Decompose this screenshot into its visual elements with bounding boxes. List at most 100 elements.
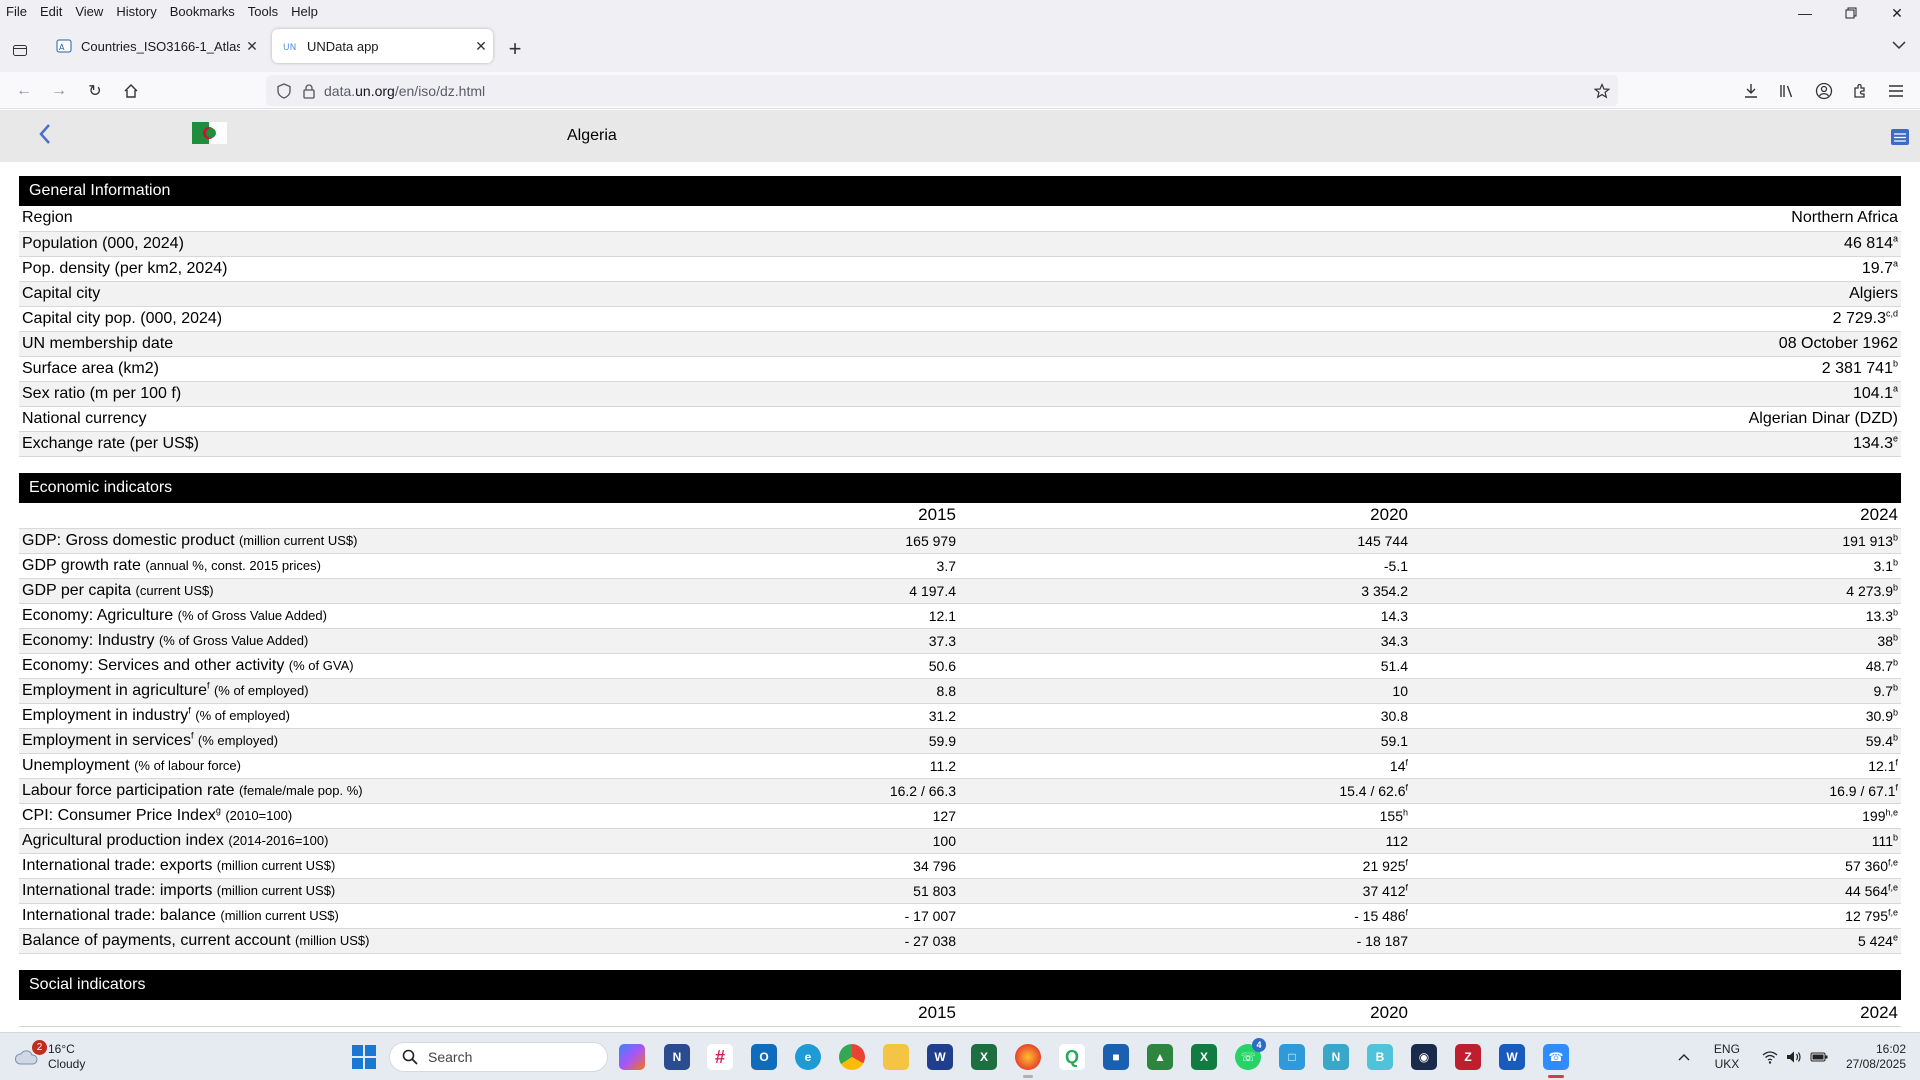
value-text: 30.9: [1865, 708, 1893, 724]
indicator-value-2020: 112: [959, 828, 1411, 854]
menu-history[interactable]: History: [109, 4, 162, 19]
indicator-name: Employment in agriculture: [22, 682, 207, 699]
menu-file[interactable]: File: [0, 4, 33, 19]
library-button[interactable]: [1773, 78, 1801, 104]
general-info-label: Population (000, 2024): [19, 231, 1104, 257]
url-bar[interactable]: data.un.org/en/iso/dz.html: [266, 75, 1618, 106]
indicator-value-2024: 59.4b: [1411, 728, 1901, 754]
start-button[interactable]: [352, 1045, 376, 1074]
list-all-tabs-button[interactable]: [1892, 37, 1906, 53]
file-explorer-icon[interactable]: [883, 1044, 909, 1070]
page-menu-button[interactable]: [1890, 128, 1910, 151]
project-app-icon[interactable]: ▲: [1147, 1044, 1173, 1070]
indicator-value-2024: 30.9b: [1411, 703, 1901, 729]
economic-indicator-row: International trade: balance (million cu…: [19, 903, 1901, 929]
general-info-row: National currency Algerian Dinar (DZD): [19, 406, 1901, 432]
general-info-value: 104.1a: [1103, 381, 1901, 407]
phone-app-icon[interactable]: ☎: [1543, 1044, 1569, 1078]
general-info-value: 2 381 741b: [1103, 356, 1901, 382]
menu-edit[interactable]: Edit: [33, 4, 68, 19]
lock-icon: [303, 83, 315, 99]
wifi-icon[interactable]: [1762, 1050, 1778, 1064]
clock-time: 16:02: [1875, 1042, 1906, 1056]
tab-undata[interactable]: UN UNData app ✕: [272, 29, 493, 63]
volume-icon[interactable]: [1786, 1050, 1802, 1064]
weather-temp: 16°C: [48, 1042, 75, 1056]
indicator-value-2024: 12 795f,e: [1411, 903, 1901, 929]
back-button[interactable]: ←: [10, 78, 38, 104]
filezilla-app-icon[interactable]: Z: [1455, 1044, 1481, 1070]
blue-app-icon[interactable]: B: [1367, 1044, 1393, 1070]
excel-file-app-icon[interactable]: X: [971, 1044, 997, 1070]
edge-app-icon[interactable]: e: [795, 1044, 821, 1070]
word-template-app-icon[interactable]: W: [927, 1044, 953, 1070]
monitor-app-icon[interactable]: ◉: [1411, 1044, 1437, 1070]
copilot-app-icon[interactable]: [619, 1044, 645, 1070]
indicator-value-2020: 14f: [959, 753, 1411, 779]
indicator-label: Labour force participation rate (female/…: [19, 778, 499, 804]
close-tab-icon[interactable]: ✕: [469, 38, 493, 55]
account-button[interactable]: [1810, 78, 1838, 104]
indicator-value-2024: 12.1f: [1411, 753, 1901, 779]
search-placeholder: Search: [428, 1049, 473, 1065]
new-tab-button[interactable]: +: [503, 37, 527, 61]
taskbar-search[interactable]: Search: [389, 1042, 608, 1072]
forward-button[interactable]: →: [45, 78, 73, 104]
notepad-app-icon[interactable]: N: [1323, 1044, 1349, 1070]
indicator-label: Agricultural production index (2014-2016…: [19, 828, 499, 854]
indicator-value-2015: 8.8: [499, 678, 959, 704]
downloads-button[interactable]: [1737, 78, 1765, 104]
footnote-ref: a: [1892, 258, 1898, 269]
menu-tools[interactable]: Tools: [241, 4, 284, 19]
general-info-label: Sex ratio (m per 100 f): [19, 381, 1104, 407]
clock[interactable]: 16:02 27/08/2025: [1846, 1042, 1906, 1072]
footnote-ref: f: [190, 730, 194, 741]
economic-indicator-row: Economy: Agriculture (% of Gross Value A…: [19, 603, 1901, 629]
notes-app-icon[interactable]: N: [664, 1044, 690, 1070]
slack-app-icon[interactable]: #: [707, 1044, 733, 1070]
clock-date: 27/08/2025: [1845, 1057, 1906, 1071]
indicator-label: International trade: exports (million cu…: [19, 853, 499, 879]
outlook-app-icon[interactable]: O: [751, 1044, 777, 1070]
store-app-icon[interactable]: ■: [1103, 1044, 1129, 1070]
language-indicator[interactable]: ENG UKX: [1714, 1042, 1740, 1072]
general-info-row: UN membership date 08 October 1962: [19, 331, 1901, 357]
firefox-view-button[interactable]: [8, 38, 32, 62]
reload-button[interactable]: ↻: [81, 78, 109, 104]
label-text: Capital city: [22, 284, 101, 302]
weather-widget[interactable]: 2 16°C Cloudy: [14, 1040, 85, 1072]
bookmark-star-icon[interactable]: [1594, 82, 1610, 99]
page-back-button[interactable]: [38, 123, 52, 150]
menu-bookmarks[interactable]: Bookmarks: [163, 4, 241, 19]
arrow-right-icon: →: [51, 82, 67, 99]
indicator-value-2020: 59.1: [959, 728, 1411, 754]
menu-help[interactable]: Help: [284, 4, 324, 19]
footnote-ref: b: [1892, 682, 1898, 693]
chevron-left-icon: [39, 124, 50, 144]
general-info-row: Exchange rate (per US$) 134.3e: [19, 431, 1901, 457]
show-hidden-icons-button[interactable]: [1678, 1050, 1690, 1064]
remote-app-icon[interactable]: □: [1279, 1044, 1305, 1070]
qlik-app-icon[interactable]: Q: [1059, 1044, 1085, 1070]
close-tab-icon[interactable]: ✕: [240, 38, 264, 55]
value-text: 19.7: [1861, 259, 1893, 277]
firefox-app-icon[interactable]: [1015, 1044, 1041, 1078]
battery-icon[interactable]: [1810, 1051, 1828, 1063]
economic-indicator-row: Balance of payments, current account (mi…: [19, 928, 1901, 954]
app-menu-button[interactable]: [1882, 78, 1910, 104]
whatsapp-app-icon[interactable]: ☏ 4: [1235, 1038, 1266, 1070]
system-tray: ENG UKX 16:02 27/08/2025: [1678, 1033, 1920, 1080]
extensions-button[interactable]: [1846, 78, 1874, 104]
value-text: 9.7: [1873, 683, 1893, 699]
word-app-icon[interactable]: W: [1499, 1044, 1525, 1070]
excel-app-icon[interactable]: X: [1191, 1044, 1217, 1070]
economic-indicator-row: International trade: exports (million cu…: [19, 853, 1901, 879]
chrome-app-icon[interactable]: [839, 1044, 865, 1070]
indicator-value-2020: 3 354.2: [959, 578, 1411, 604]
menu-view[interactable]: View: [68, 4, 109, 19]
home-button[interactable]: [117, 78, 145, 104]
tab-atlas[interactable]: A Countries_ISO3166-1_Atlas_202 ✕: [46, 29, 264, 63]
value-text: - 27 038: [904, 933, 956, 949]
hamburger-icon: [1889, 85, 1903, 97]
indicator-value-2020: 30.8: [959, 703, 1411, 729]
